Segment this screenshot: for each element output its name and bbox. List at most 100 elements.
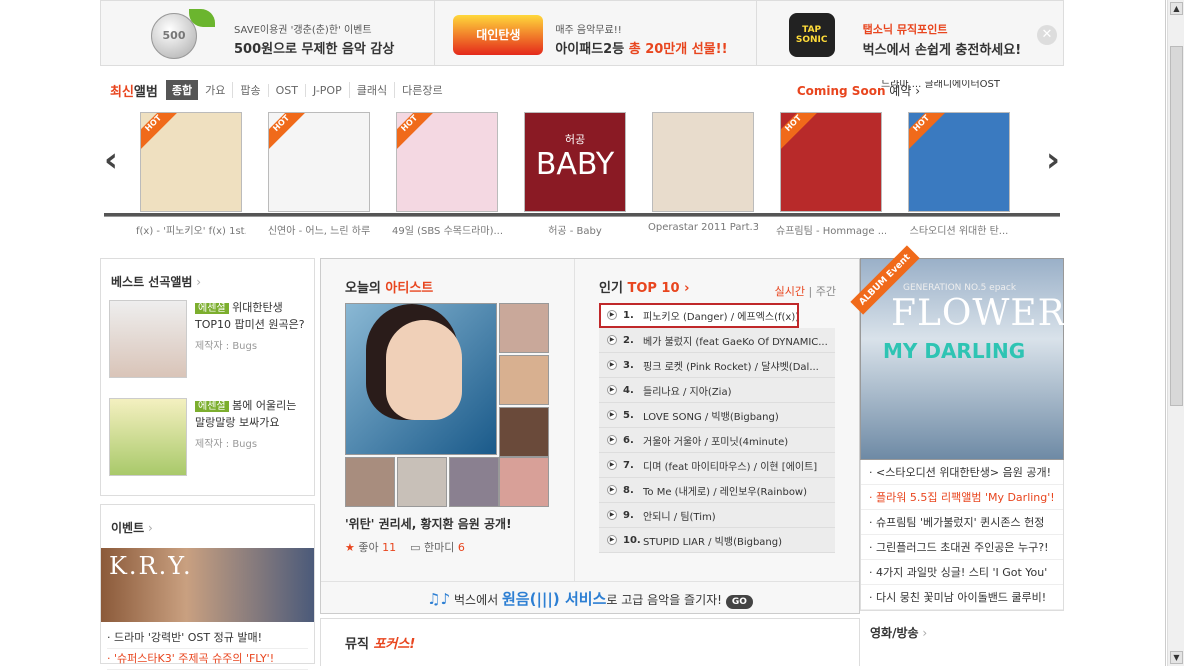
banner-save-event[interactable]: 500 SAVE이용권 '갱춘(춘)한' 이벤트 500원으로 무제한 음악 감… (101, 1, 436, 65)
news-item[interactable]: 슈프림팀 '베가불렀지' 퀸시존스 헌정 (861, 510, 1063, 535)
chart-row[interactable]: ▶ 8. To Me (내게로) / 레인보우(Rainbow) (599, 478, 835, 503)
movie-broadcast-title[interactable]: 영화/방송 (860, 624, 927, 641)
album-caption[interactable]: 허공 - Baby (520, 222, 630, 237)
tab-pop[interactable]: 팝송 (232, 82, 267, 98)
artist-bottom-photo[interactable] (499, 457, 549, 507)
event-item[interactable]: 드라마 '강력반' OST 정규 발매! (107, 628, 308, 649)
album-item[interactable]: HOT (136, 112, 246, 212)
chart-title[interactable]: 디며 (feat 마이티마우스) / 이현 [에이트] (643, 458, 817, 473)
news-item[interactable]: 다시 뭉친 꽃미남 아이돌밴드 쿨루비! (861, 585, 1063, 610)
star-icon[interactable]: ★ (345, 541, 355, 554)
banner-tapsonic[interactable]: TAP SONIC 탭소닉 뮤직포인트 벅스에서 손쉽게 충전하세요! ✕ (757, 1, 1063, 65)
tab-all[interactable]: 종합 (165, 80, 199, 100)
album-cover[interactable]: HOT (396, 112, 498, 212)
chart-row[interactable]: ▶ 9. 안되니 / 팀(Tim) (599, 503, 835, 528)
album-cover[interactable]: HOT (268, 112, 370, 212)
tab-jpop[interactable]: J-POP (304, 83, 349, 97)
artist-bottom-photo[interactable] (397, 457, 447, 507)
album-cover[interactable]: HOT (780, 112, 882, 212)
artist-main-photo[interactable] (345, 303, 497, 455)
best-album-thumb[interactable] (109, 398, 187, 476)
artist-bottom-photo[interactable] (345, 457, 395, 507)
best-albums-title[interactable]: 베스트 선곡앨범 (101, 259, 314, 290)
tab-classic[interactable]: 클래식 (348, 82, 394, 98)
play-icon[interactable]: ▶ (607, 510, 617, 520)
play-icon[interactable]: ▶ (607, 385, 617, 395)
play-icon[interactable]: ▶ (607, 435, 617, 445)
album-caption[interactable]: f(x) - '피노키오' f(x) 1st... (136, 222, 246, 237)
events-title[interactable]: 이벤트 (101, 505, 314, 536)
album-cover[interactable] (652, 112, 754, 212)
banner-idol-event[interactable]: 대인탄생 매주 음악무료!! 아이패드2등 총 20만개 선물!! (435, 1, 757, 65)
coming-soon-ticker[interactable]: 드라마 ... 글래디에이터OST (881, 80, 1000, 98)
chart-row[interactable]: ▶ 2. 베가 불렀지 (feat GaeKo Of DYNAMIC... (599, 328, 835, 353)
play-icon[interactable]: ▶ (607, 485, 617, 495)
tab-kpop[interactable]: 가요 (198, 82, 232, 98)
chart-row[interactable]: ▶ 4. 들리나요 / 지아(Zia) (599, 378, 835, 403)
go-button[interactable]: GO (725, 595, 753, 609)
album-item[interactable]: 허공 BABY (520, 112, 630, 212)
news-item[interactable]: 그린플러그드 초대권 주인공은 누구?! (861, 535, 1063, 560)
tab-other-genres[interactable]: 다른장르 (394, 82, 449, 98)
realtime-option[interactable]: 실시간 (775, 285, 805, 298)
album-item[interactable]: HOT (776, 112, 886, 212)
weekly-option[interactable]: 주간 (816, 285, 836, 298)
comment-icon[interactable]: ▭ (410, 541, 420, 554)
artist-caption[interactable]: '위탄' 권리세, 황지환 음원 공개! (345, 515, 512, 532)
play-icon[interactable]: ▶ (607, 535, 617, 545)
like-label[interactable]: 좋아 (358, 541, 378, 554)
artist-bottom-photo[interactable] (449, 457, 499, 507)
chart-title[interactable]: 들리나요 / 지아(Zia) (643, 383, 732, 398)
play-icon[interactable]: ▶ (607, 335, 617, 345)
album-caption[interactable]: 슈프림팀 - Hommage ... (776, 222, 886, 237)
chart-title[interactable]: LOVE SONG / 빅뱅(Bigbang) (643, 408, 779, 423)
chart-row[interactable]: ▶ 6. 거울아 거울아 / 포미닛(4minute) (599, 428, 835, 453)
album-item[interactable] (648, 112, 758, 212)
best-album-thumb[interactable] (109, 300, 187, 378)
album-item[interactable]: HOT (904, 112, 1014, 212)
news-item[interactable]: <스타오디션 위대한탄생> 음원 공개! (861, 460, 1063, 485)
chart-row[interactable]: ▶ 10. STUPID LIAR / 빅뱅(Bigbang) (599, 528, 835, 553)
album-item[interactable]: HOT (392, 112, 502, 212)
top10-title[interactable]: 인기 TOP 10 › (599, 277, 689, 296)
chart-title[interactable]: 거울아 거울아 / 포미닛(4minute) (643, 433, 788, 448)
chart-title[interactable]: To Me (내게로) / 레인보우(Rainbow) (643, 483, 807, 498)
close-icon[interactable]: ✕ (1036, 25, 1057, 45)
artist-side-photo[interactable] (499, 407, 549, 457)
artist-side-photo[interactable] (499, 355, 549, 405)
event-banner-image[interactable]: K.R.Y. (101, 548, 314, 622)
best-album-text[interactable]: 에센셜 위대한탄생 TOP10 팝미션 원곡은? 제작자 : Bugs (187, 300, 306, 388)
tab-ost[interactable]: OST (267, 83, 305, 97)
best-album-text[interactable]: 에센셜 봄에 어울리는 말랑말랑 보싸가요 제작자 : Bugs (187, 398, 306, 486)
scroll-down-icon[interactable]: ▼ (1170, 651, 1183, 664)
next-arrow-icon[interactable]: › (1046, 140, 1060, 180)
album-caption[interactable]: Operastar 2011 Part.3(... (648, 222, 758, 237)
best-album-item[interactable]: 에센셜 위대한탄생 TOP10 팝미션 원곡은? 제작자 : Bugs (101, 290, 314, 388)
best-album-item[interactable]: 에센셜 봄에 어울리는 말랑말랑 보싸가요 제작자 : Bugs (101, 388, 314, 486)
news-item[interactable]: 4가지 과일맛 싱글! 스티 'I Got You' (861, 560, 1063, 585)
album-item[interactable]: HOT (264, 112, 374, 212)
event-item[interactable]: '슈퍼스타K3' 주제곡 슈주의 'FLY'! (107, 649, 308, 670)
vertical-scrollbar[interactable]: ▲ ▼ (1167, 0, 1184, 666)
play-icon[interactable]: ▶ (607, 310, 617, 320)
chart-row[interactable]: ▶ 5. LOVE SONG / 빅뱅(Bigbang) (599, 403, 835, 428)
comment-label[interactable]: 한마디 (424, 541, 454, 554)
scroll-thumb[interactable] (1170, 46, 1183, 406)
album-cover[interactable]: 허공 BABY (524, 112, 626, 212)
album-caption[interactable]: 스타오디션 위대한 탄... (904, 222, 1014, 237)
music-focus-title[interactable]: 뮤직 포커스! (345, 633, 415, 652)
chart-row[interactable]: ▶ 7. 디며 (feat 마이티마우스) / 이현 [에이트] (599, 453, 835, 478)
chart-row[interactable]: ▶ 1. 피노키오 (Danger) / 에프엑스(f(x)) (599, 303, 799, 328)
chart-title[interactable]: 피노키오 (Danger) / 에프엑스(f(x)) (643, 308, 799, 323)
play-icon[interactable]: ▶ (607, 460, 617, 470)
chart-title[interactable]: 핑크 로켓 (Pink Rocket) / 달샤벳(Dal... (643, 358, 819, 373)
play-icon[interactable]: ▶ (607, 360, 617, 370)
chart-title[interactable]: STUPID LIAR / 빅뱅(Bigbang) (643, 533, 782, 548)
prev-arrow-icon[interactable]: ‹ (104, 140, 118, 180)
lossless-service-promo[interactable]: ♫♪ 벅스에서 원음(|||) 서비스로 고급 음악을 즐기자! GO (321, 581, 859, 615)
scroll-up-icon[interactable]: ▲ (1170, 2, 1183, 15)
album-caption[interactable]: 49일 (SBS 수목드라마)... (392, 222, 502, 237)
chart-title[interactable]: 베가 불렀지 (feat GaeKo Of DYNAMIC... (643, 333, 828, 348)
news-item[interactable]: 플라워 5.5집 리팩앨범 'My Darling'! (861, 485, 1063, 510)
album-event-image[interactable]: ALBUM Event GENERATION NO.5 epack FLOWER… (850, 245, 1065, 460)
